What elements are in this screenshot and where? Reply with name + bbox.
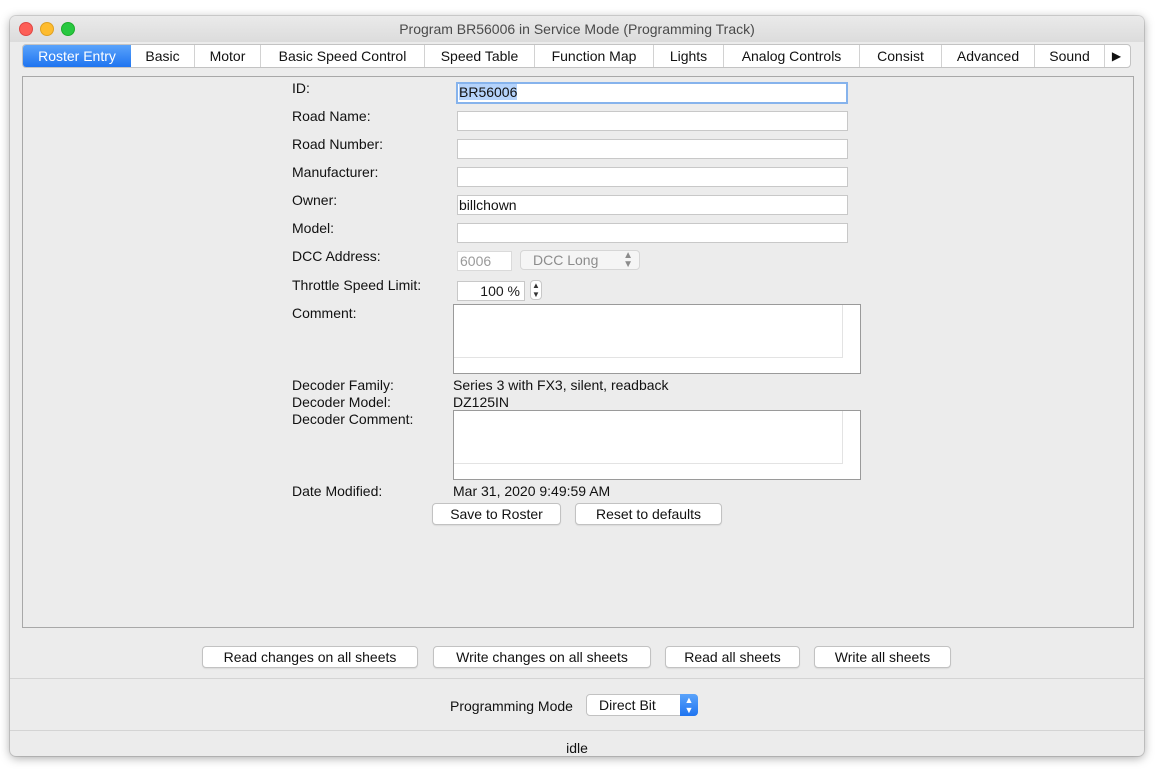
programmer-window: Program BR56006 in Service Mode (Program… [10,16,1144,756]
select-arrows-icon: ▲ ▼ [623,250,633,270]
owner-label: Owner: [292,192,338,208]
tab-bar: Roster Entry Basic Motor Basic Speed Con… [22,44,1131,68]
road-number-label: Road Number: [292,136,384,152]
divider [10,678,1144,679]
dcc-type-value: DCC Long [533,252,599,268]
status-text: idle [566,740,588,756]
tab-function-map[interactable]: Function Map [535,45,654,67]
divider [10,730,1144,731]
decoder-comment-textarea[interactable] [453,410,861,480]
tab-overflow-arrow-icon[interactable]: ▶ [1105,45,1128,67]
decoder-family-value: Series 3 with FX3, silent, readback [453,377,669,393]
read-changes-button[interactable]: Read changes on all sheets [202,646,418,668]
programming-mode-label: Programming Mode [450,698,573,714]
tab-motor[interactable]: Motor [195,45,261,67]
throttle-speed-limit-label: Throttle Speed Limit: [292,277,422,293]
roster-entry-panel: ID: BR56006 Road Name: Road Number: Manu… [22,76,1134,628]
manufacturer-label: Manufacturer: [292,164,379,180]
decoder-family-label: Decoder Family: [292,377,394,393]
save-to-roster-button[interactable]: Save to Roster [432,503,561,525]
owner-field[interactable]: billchown [457,195,848,215]
window-title: Program BR56006 in Service Mode (Program… [399,21,755,37]
comment-textarea[interactable] [453,304,861,374]
throttle-speed-limit-field[interactable]: 100 % [457,281,525,301]
tab-basic[interactable]: Basic [131,45,195,67]
manufacturer-field[interactable] [457,167,848,187]
tab-basic-speed-control[interactable]: Basic Speed Control [261,45,425,67]
throttle-stepper-icon[interactable]: ▲ ▼ [530,280,542,300]
write-changes-button[interactable]: Write changes on all sheets [433,646,651,668]
read-all-sheets-button[interactable]: Read all sheets [665,646,800,668]
id-label: ID: [292,80,310,96]
select-arrows-icon: ▲ ▼ [680,694,698,716]
tab-sound[interactable]: Sound [1035,45,1105,67]
comment-label: Comment: [292,305,357,321]
id-value: BR56006 [459,84,518,100]
model-label: Model: [292,220,335,236]
road-name-label: Road Name: [292,108,371,124]
decoder-model-value: DZ125IN [453,394,510,410]
dcc-type-select[interactable]: DCC Long ▲ ▼ [520,250,640,270]
tab-advanced[interactable]: Advanced [942,45,1035,67]
road-number-field[interactable] [457,139,848,159]
decoder-comment-label: Decoder Comment: [292,411,414,427]
programming-mode-value: Direct Bit [599,697,656,713]
date-modified-label: Date Modified: [292,483,383,499]
dcc-address-field[interactable]: 6006 [457,251,512,271]
tab-roster-entry[interactable]: Roster Entry [23,45,131,67]
tab-analog-controls[interactable]: Analog Controls [724,45,860,67]
write-all-sheets-button[interactable]: Write all sheets [814,646,951,668]
programming-mode-select[interactable]: Direct Bit ▲ ▼ [586,694,698,716]
dcc-address-label: DCC Address: [292,248,381,264]
decoder-model-label: Decoder Model: [292,394,391,410]
title-bar: Program BR56006 in Service Mode (Program… [10,16,1144,42]
tab-consist[interactable]: Consist [860,45,942,67]
date-modified-value: Mar 31, 2020 9:49:59 AM [453,483,611,499]
id-field[interactable]: BR56006 [456,82,848,104]
tab-lights[interactable]: Lights [654,45,724,67]
road-name-field[interactable] [457,111,848,131]
reset-to-defaults-button[interactable]: Reset to defaults [575,503,722,525]
tab-speed-table[interactable]: Speed Table [425,45,535,67]
model-field[interactable] [457,223,848,243]
